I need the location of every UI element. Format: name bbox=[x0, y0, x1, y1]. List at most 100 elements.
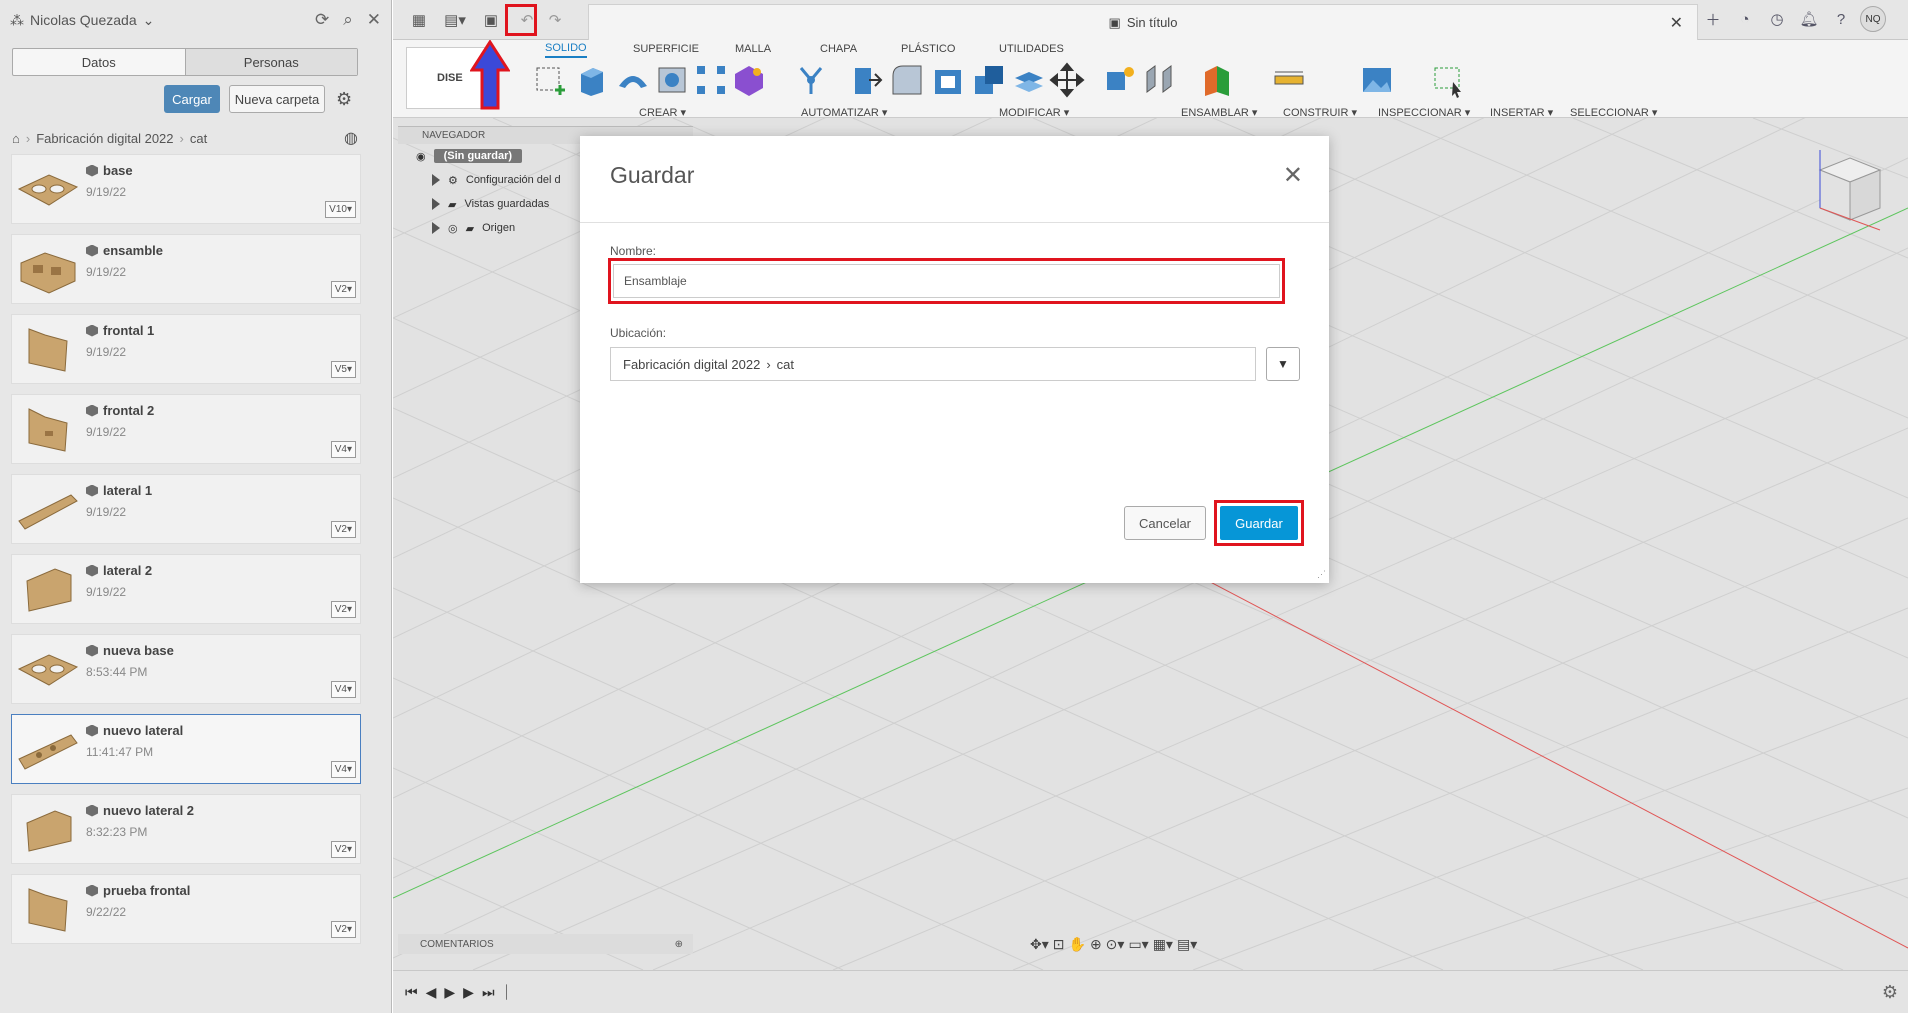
expand-icon[interactable] bbox=[432, 198, 440, 210]
grid-menu-icon[interactable]: ▦ bbox=[405, 6, 433, 34]
gear-icon[interactable]: ⚙ bbox=[336, 89, 352, 110]
user-menu[interactable]: ⁂ Nicolas Quezada ⌄ bbox=[10, 12, 301, 29]
hole-icon[interactable] bbox=[655, 62, 691, 98]
timeline-marker[interactable]: ⏐ bbox=[503, 984, 511, 1001]
play-icon[interactable]: ▶ bbox=[444, 984, 455, 1001]
breadcrumb-folder[interactable]: cat bbox=[190, 131, 207, 146]
close-icon[interactable]: ✕ bbox=[367, 10, 381, 30]
tab-datos[interactable]: Datos bbox=[13, 49, 185, 75]
redo-icon[interactable]: ↷ bbox=[541, 6, 569, 34]
expand-icon[interactable] bbox=[432, 222, 440, 234]
pattern-icon[interactable] bbox=[693, 62, 729, 98]
plus-icon[interactable]: ＋ bbox=[1700, 6, 1726, 32]
file-item[interactable]: prueba frontal 9/22/22 V2 ▾ bbox=[11, 874, 361, 944]
resize-handle[interactable]: ⋰ bbox=[1317, 569, 1326, 580]
eye-icon[interactable]: ◉ bbox=[416, 150, 426, 163]
construct-plane-icon[interactable] bbox=[1199, 62, 1235, 98]
create-sketch-icon[interactable] bbox=[533, 62, 569, 98]
file-item[interactable]: ensamble 9/19/22 V2 ▾ bbox=[11, 234, 361, 304]
fit-icon[interactable]: ⊙▾ bbox=[1106, 936, 1125, 953]
revolve-icon[interactable] bbox=[615, 62, 651, 98]
view-cube[interactable] bbox=[1790, 140, 1890, 240]
shell-icon[interactable] bbox=[931, 62, 967, 98]
expand-icon[interactable] bbox=[432, 174, 440, 186]
extrude-icon[interactable] bbox=[573, 62, 609, 98]
look-at-icon[interactable]: ⊡ bbox=[1053, 936, 1065, 953]
pan-icon[interactable]: ✋ bbox=[1069, 936, 1086, 953]
file-item[interactable]: nuevo lateral 2 8:32:23 PM V2 ▾ bbox=[11, 794, 361, 864]
tab-personas[interactable]: Personas bbox=[184, 49, 357, 75]
file-item[interactable]: frontal 2 9/19/22 V4 ▾ bbox=[11, 394, 361, 464]
version-badge[interactable]: V10 ▾ bbox=[325, 201, 356, 218]
document-tab[interactable]: ▣ Sin título ✕ bbox=[588, 4, 1698, 40]
breadcrumb-project[interactable]: Fabricación digital 2022 bbox=[36, 131, 173, 146]
tab-malla[interactable]: MALLA bbox=[735, 40, 771, 58]
version-badge[interactable]: V2 ▾ bbox=[330, 921, 356, 938]
zoom-icon[interactable]: ⊕ bbox=[1090, 936, 1102, 953]
tab-chapa[interactable]: CHAPA bbox=[820, 40, 857, 58]
tab-plastico[interactable]: PLÁSTICO bbox=[901, 40, 955, 58]
file-item-selected[interactable]: nuevo lateral 11:41:47 PM V4 ▾ bbox=[11, 714, 361, 784]
save-button[interactable]: Guardar bbox=[1220, 506, 1298, 540]
location-field[interactable]: Fabricación digital 2022 › cat bbox=[610, 347, 1256, 381]
move-icon[interactable] bbox=[1049, 62, 1085, 98]
file-item[interactable]: lateral 1 9/19/22 V2 ▾ bbox=[11, 474, 361, 544]
version-badge[interactable]: V4 ▾ bbox=[330, 681, 356, 698]
version-badge[interactable]: V4 ▾ bbox=[330, 441, 356, 458]
extensions-icon[interactable]: ◔ bbox=[1732, 6, 1758, 32]
name-input[interactable]: Ensamblaje bbox=[613, 264, 1280, 298]
file-item[interactable]: frontal 1 9/19/22 V5 ▾ bbox=[11, 314, 361, 384]
location-dropdown-button[interactable]: ▼ bbox=[1266, 347, 1300, 381]
automate-icon[interactable] bbox=[793, 62, 829, 98]
first-icon[interactable]: ⏮ bbox=[405, 984, 418, 1001]
press-pull-icon[interactable] bbox=[849, 62, 885, 98]
close-tab-icon[interactable]: ✕ bbox=[1670, 13, 1683, 33]
help-icon[interactable]: ? bbox=[1828, 6, 1854, 32]
measure-icon[interactable] bbox=[1271, 62, 1307, 98]
globe-icon[interactable]: ◍ bbox=[344, 128, 358, 148]
viewports-icon[interactable]: ▤▾ bbox=[1177, 936, 1197, 953]
joint-icon[interactable] bbox=[1141, 62, 1177, 98]
file-item[interactable]: base 9/19/22 V10 ▾ bbox=[11, 154, 361, 224]
tab-solido[interactable]: SOLIDO bbox=[545, 40, 587, 58]
file-item[interactable]: nueva base 8:53:44 PM V4 ▾ bbox=[11, 634, 361, 704]
combine-icon[interactable] bbox=[971, 62, 1007, 98]
file-icon[interactable]: ▤▾ bbox=[441, 6, 469, 34]
clock-icon[interactable]: ◷ bbox=[1764, 6, 1790, 32]
add-icon[interactable]: ⊕ bbox=[675, 939, 683, 950]
version-badge[interactable]: V2 ▾ bbox=[330, 841, 356, 858]
insert-image-icon[interactable] bbox=[1359, 62, 1395, 98]
tab-utilidades[interactable]: UTILIDADES bbox=[999, 40, 1064, 58]
display-settings-icon[interactable]: ▭▾ bbox=[1128, 936, 1148, 953]
search-icon[interactable]: ⌕ bbox=[343, 10, 353, 30]
version-badge[interactable]: V4 ▾ bbox=[330, 761, 356, 778]
version-badge[interactable]: V2 ▾ bbox=[330, 601, 356, 618]
version-badge[interactable]: V2 ▾ bbox=[330, 281, 356, 298]
select-icon[interactable] bbox=[1431, 62, 1467, 98]
file-item[interactable]: lateral 2 9/19/22 V2 ▾ bbox=[11, 554, 361, 624]
fillet-icon[interactable] bbox=[889, 62, 925, 98]
refresh-icon[interactable]: ⟳ bbox=[315, 10, 329, 30]
tab-superficie[interactable]: SUPERFICIE bbox=[633, 40, 699, 58]
upload-button[interactable]: Cargar bbox=[164, 85, 220, 113]
new-folder-button[interactable]: Nueva carpeta bbox=[229, 85, 325, 113]
orbit-icon[interactable]: ✥▾ bbox=[1030, 936, 1049, 953]
form-icon[interactable] bbox=[731, 62, 767, 98]
close-icon[interactable]: ✕ bbox=[1283, 164, 1303, 188]
comments-panel[interactable]: COMENTARIOS ⊕ bbox=[398, 934, 693, 954]
offset-face-icon[interactable] bbox=[1011, 62, 1047, 98]
last-icon[interactable]: ⏭ bbox=[482, 984, 495, 1001]
next-icon[interactable]: ▶ bbox=[463, 984, 474, 1001]
version-badge[interactable]: V5 ▾ bbox=[330, 361, 356, 378]
home-icon[interactable]: ⌂ bbox=[12, 131, 20, 146]
avatar[interactable]: NQ bbox=[1860, 6, 1886, 32]
save-icon[interactable]: ▣ bbox=[477, 6, 505, 34]
prev-icon[interactable]: ◀ bbox=[426, 984, 437, 1001]
gear-icon[interactable]: ⚙ bbox=[1882, 982, 1898, 1003]
grid-settings-icon[interactable]: ▦▾ bbox=[1153, 936, 1173, 953]
version-badge[interactable]: V2 ▾ bbox=[330, 521, 356, 538]
new-component-icon[interactable] bbox=[1103, 62, 1139, 98]
eye-icon[interactable]: ◎ bbox=[448, 222, 458, 235]
bell-icon[interactable]: 🔔︎ bbox=[1796, 6, 1822, 32]
cancel-button[interactable]: Cancelar bbox=[1124, 506, 1206, 540]
